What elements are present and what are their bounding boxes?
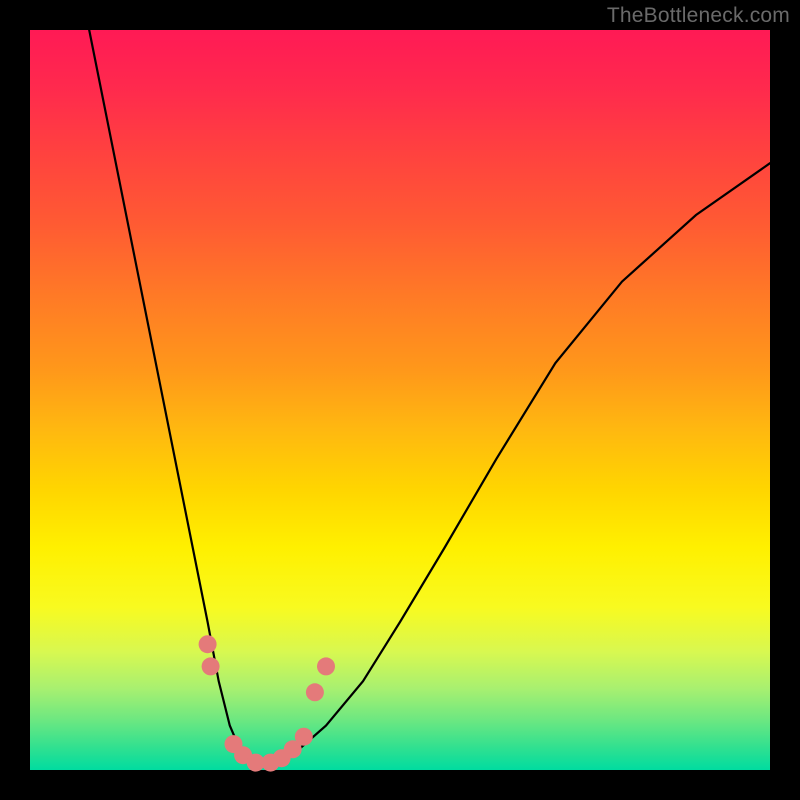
curve-right [259,163,770,764]
data-marker [199,635,217,653]
data-marker [202,657,220,675]
watermark-text: TheBottleneck.com [607,4,790,28]
marker-group [199,635,335,771]
data-marker [295,728,313,746]
data-marker [306,683,324,701]
chart-svg [30,30,770,770]
data-marker [317,657,335,675]
chart-frame: TheBottleneck.com [0,0,800,800]
curve-left [89,30,259,764]
plot-area [30,30,770,770]
